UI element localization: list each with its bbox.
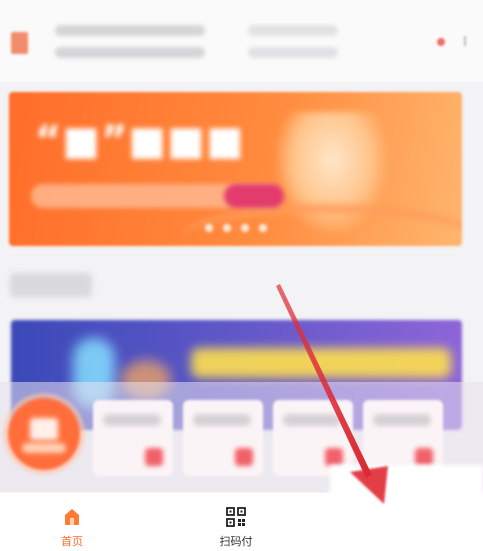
annotation-arrow-head: [350, 466, 388, 504]
annotation-arrow: [276, 284, 388, 504]
annotation-arrow-shaft: [276, 284, 372, 478]
